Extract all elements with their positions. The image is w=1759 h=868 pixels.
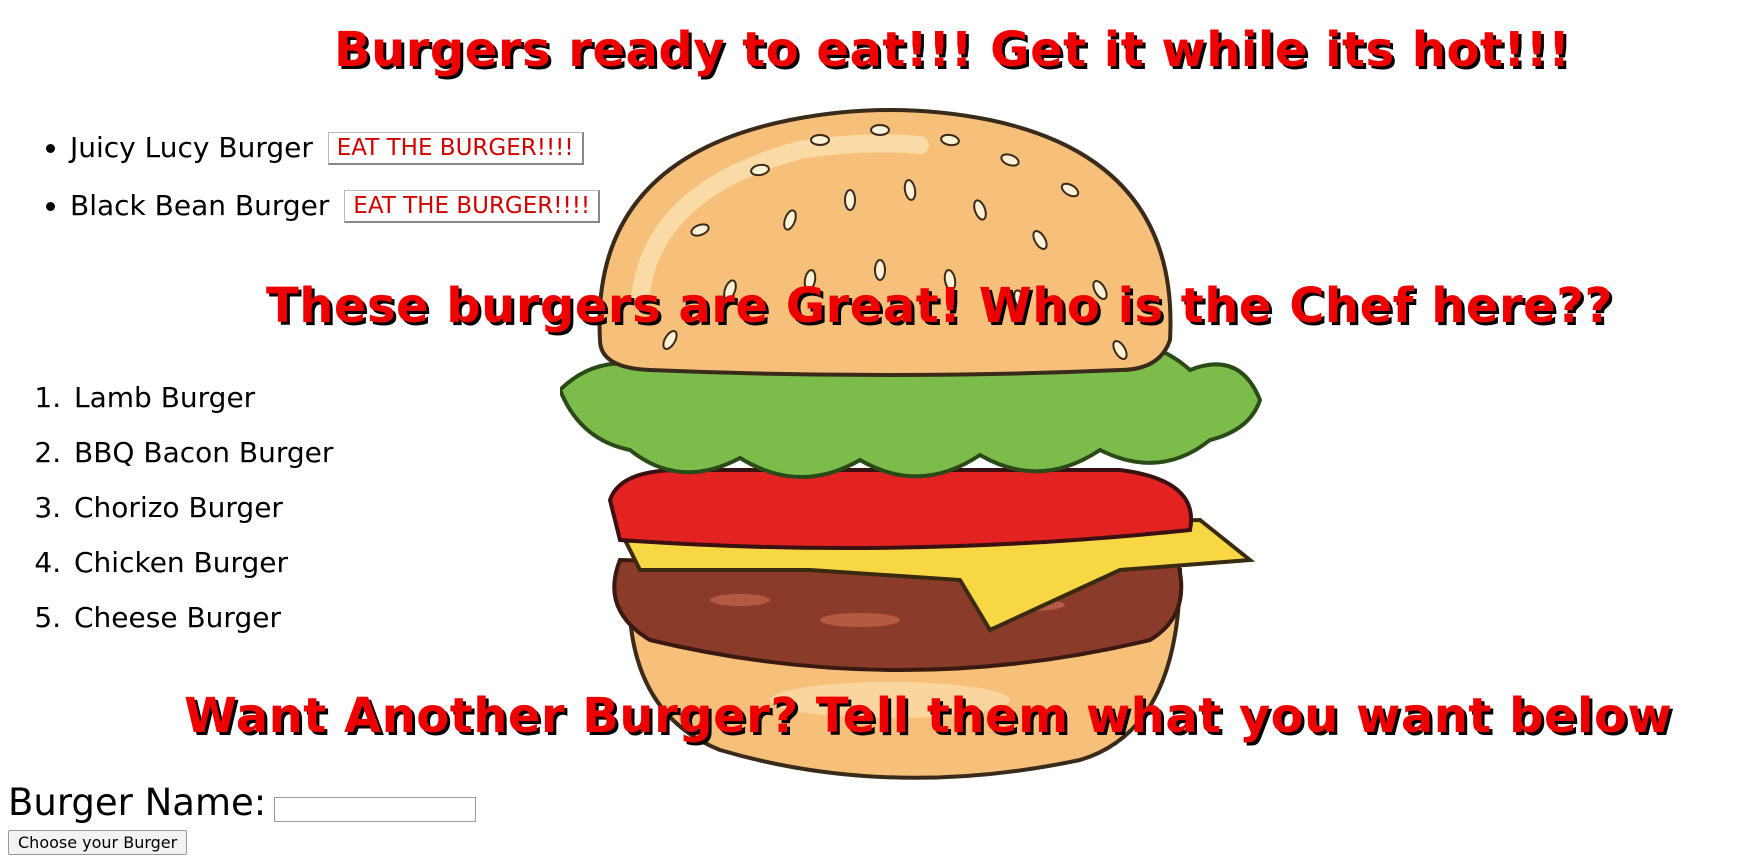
devoured-heading: These burgers are Great! Who is the Chef… [266, 278, 1613, 334]
list-item: Black Bean Burger EAT THE BURGER!!!! [70, 186, 601, 244]
burger-form: Burger Name: Choose your Burger [8, 781, 477, 855]
form-row: Burger Name: [8, 781, 477, 824]
order-heading: Want Another Burger? Tell them what you … [184, 688, 1673, 744]
burger-name-label: Burger Name: [8, 781, 267, 824]
list-item: Chicken Burger [70, 543, 333, 598]
ready-heading: Burgers ready to eat!!! Get it while its… [334, 22, 1571, 78]
list-item: Cheese Burger [70, 598, 333, 653]
choose-burger-button[interactable]: Choose your Burger [8, 830, 188, 855]
eat-burger-button[interactable]: EAT THE BURGER!!!! [327, 132, 584, 165]
eat-burger-button[interactable]: EAT THE BURGER!!!! [344, 190, 601, 223]
burger-name-input[interactable] [274, 797, 477, 822]
list-item: BBQ Bacon Burger [70, 433, 333, 488]
burger-name: Juicy Lucy Burger [70, 131, 313, 164]
page: Burgers ready to eat!!! Get it while its… [0, 0, 1759, 868]
list-item: Juicy Lucy Burger EAT THE BURGER!!!! [70, 128, 600, 186]
devoured-burger-list: Lamb Burger BBQ Bacon Burger Chorizo Bur… [22, 378, 333, 653]
ready-burger-list: Juicy Lucy Burger EAT THE BURGER!!!! Bla… [34, 128, 601, 244]
list-item: Lamb Burger [70, 378, 333, 433]
list-item: Chorizo Burger [70, 488, 333, 543]
burger-name: Black Bean Burger [70, 189, 330, 222]
